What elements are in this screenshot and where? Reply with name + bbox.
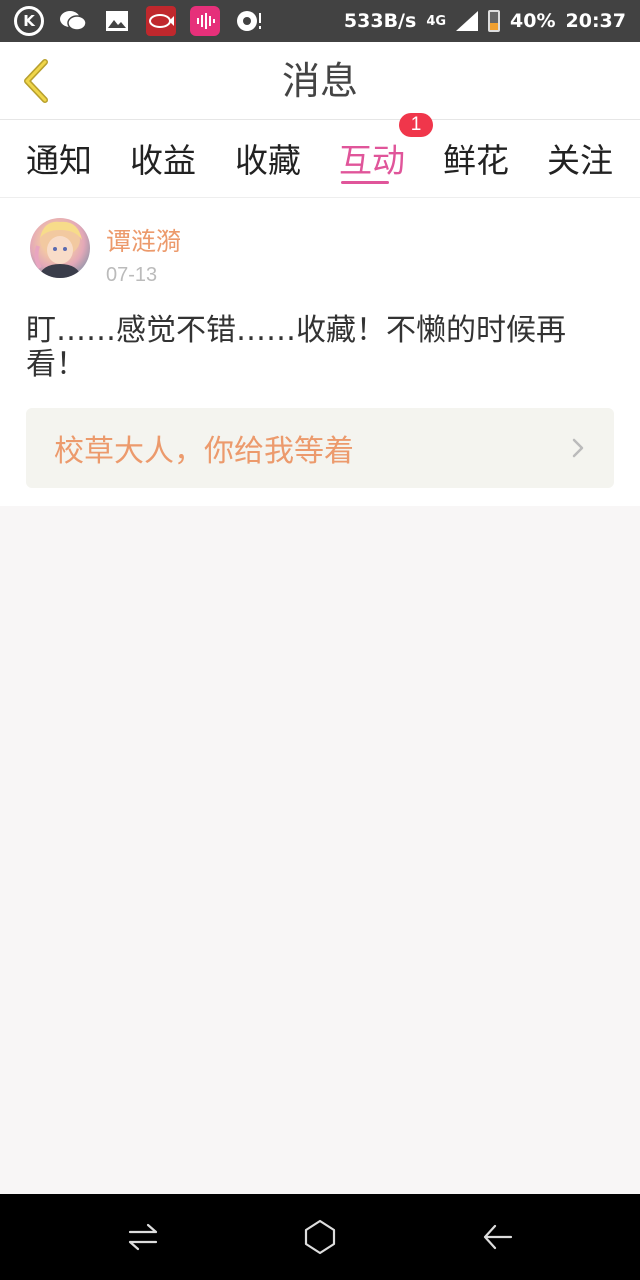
clock: 20:37 — [565, 10, 626, 32]
home-icon — [304, 1219, 336, 1255]
home-button[interactable] — [295, 1212, 345, 1262]
linked-work-button[interactable]: 校草大人，你给我等着 — [26, 408, 614, 488]
tab-flowers[interactable]: 鲜花 — [443, 130, 509, 186]
k-app-icon: K — [14, 6, 44, 36]
header: 消息 — [0, 42, 640, 120]
message-card[interactable]: 谭涟漪 07-13 盯……感觉不错……收藏！不懒的时候再看！ 校草大人，你给我等… — [0, 198, 640, 506]
avatar[interactable] — [30, 218, 90, 278]
tab-notifications[interactable]: 通知 — [26, 130, 92, 186]
fish-app-icon — [146, 6, 176, 36]
tab-bar: 通知 收益 收藏 互动 鲜花 关注 — [0, 120, 640, 198]
chevron-right-icon — [572, 438, 584, 458]
voice-app-icon — [190, 6, 220, 36]
username[interactable]: 谭涟漪 — [106, 222, 181, 258]
tencent-video-icon — [234, 6, 264, 36]
unread-badge: 1 — [399, 113, 433, 137]
page-title: 消息 — [281, 59, 358, 103]
system-nav-bar — [0, 1194, 640, 1280]
status-bar: K 533B/s 4G 40% 20:37 — [0, 0, 640, 42]
back-nav-icon — [483, 1224, 513, 1250]
linked-work-title: 校草大人，你给我等着 — [54, 434, 354, 469]
tab-following[interactable]: 关注 — [547, 130, 613, 186]
tab-earnings[interactable]: 收益 — [130, 130, 196, 186]
battery-level: 40% — [510, 10, 556, 32]
recent-apps-button[interactable] — [118, 1212, 168, 1262]
tab-interactions[interactable]: 互动 — [339, 130, 405, 186]
switch-icon — [128, 1223, 158, 1251]
battery-icon — [488, 10, 501, 32]
message-date: 07-13 — [106, 264, 158, 286]
gallery-icon — [102, 6, 132, 36]
back-nav-button[interactable] — [473, 1212, 523, 1262]
signal-icon — [456, 11, 479, 31]
comment-text: 盯……感觉不错……收藏！不懒的时候再看！ — [26, 313, 566, 382]
network-type: 4G — [426, 13, 447, 29]
wechat-icon — [58, 6, 88, 36]
tab-favorites[interactable]: 收藏 — [235, 130, 301, 186]
active-tab-indicator — [341, 181, 389, 184]
network-speed: 533B/s — [343, 10, 417, 32]
